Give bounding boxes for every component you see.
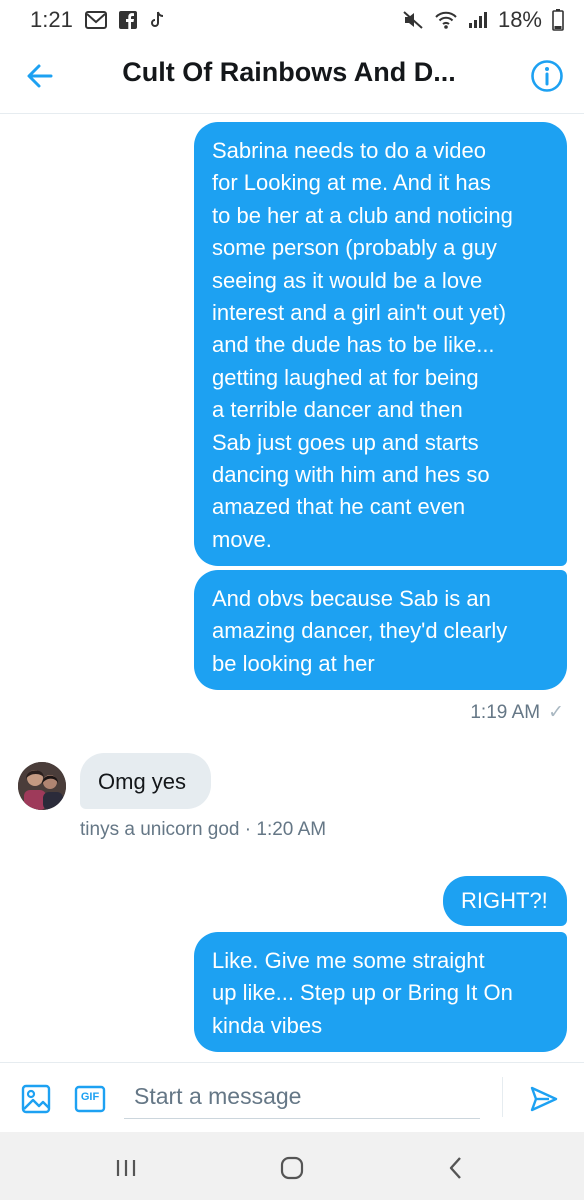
message-line: And obvs because Sab is an [212, 586, 491, 611]
mute-icon [402, 10, 424, 30]
signal-icon [468, 11, 488, 29]
message-bubble-outgoing[interactable]: Like. Give me some straight up like... S… [194, 932, 567, 1052]
facebook-icon [118, 11, 137, 29]
gif-button[interactable]: GIF [74, 1083, 106, 1115]
message-input[interactable] [124, 1075, 480, 1119]
message-line: amazing dancer, they'd clearly [212, 618, 508, 644]
message-line: for Looking at me. And it has [212, 170, 491, 196]
arrow-left-icon [27, 64, 53, 88]
recent-apps-button[interactable] [106, 1152, 146, 1184]
message-bubble-incoming[interactable]: Omg yes [80, 753, 211, 809]
message-line: and the dude has to be like... [212, 332, 495, 358]
system-nav-bar [0, 1132, 584, 1200]
info-button[interactable] [530, 59, 564, 93]
home-button[interactable] [272, 1152, 312, 1184]
avatar[interactable] [18, 762, 66, 810]
message-line: up like... Step up or Bring It On [212, 980, 513, 1006]
image-button[interactable] [20, 1083, 52, 1115]
home-icon [280, 1156, 304, 1180]
tiktok-icon [149, 11, 165, 29]
gif-label: GIF [80, 1091, 100, 1103]
timestamp-text: 1:19 AM [470, 701, 541, 723]
recent-apps-icon [116, 1160, 136, 1176]
back-nav-button[interactable] [436, 1152, 476, 1184]
message-timestamp: 1:19 AM ✓ [470, 701, 564, 724]
message-line: Sab just goes up and starts [212, 429, 479, 455]
status-time: 1:21 [30, 7, 73, 32]
wifi-icon [434, 10, 458, 30]
send-button[interactable] [528, 1083, 560, 1115]
message-line: RIGHT?! [461, 888, 548, 913]
message-line: to be her at a club and noticing [212, 202, 513, 228]
gmail-icon [84, 11, 107, 29]
conversation-header: Cult Of Rainbows And D... [0, 40, 584, 114]
message-bubble-outgoing[interactable]: Sabrina needs to do a video for Looking … [194, 122, 567, 566]
message-line: Omg yes [98, 769, 187, 794]
message-line: move. [212, 526, 272, 552]
message-line: some person (probably a guy [212, 235, 497, 261]
sent-check-icon: ✓ [548, 702, 564, 723]
message-line: getting laughed at for being [212, 364, 479, 390]
message-line: a terrible dancer and then [212, 397, 463, 423]
conversation-title: Cult Of Rainbows And D... [122, 57, 456, 87]
send-icon [530, 1086, 558, 1112]
message-bubble-outgoing[interactable]: And obvs because Sab is an amazing dance… [194, 570, 567, 690]
image-icon [21, 1084, 51, 1114]
message-line: dancing with him and hes so [212, 462, 490, 488]
battery-icon [552, 9, 564, 31]
message-line: Sabrina needs to do a video [212, 138, 486, 163]
status-right: 18% [402, 7, 564, 33]
back-nav-icon [449, 1157, 461, 1179]
message-list[interactable]: Sabrina needs to do a video for Looking … [0, 114, 584, 1062]
status-left: 1:21 [30, 7, 165, 33]
battery-percent: 18% [497, 7, 542, 32]
status-bar: 1:21 18% [0, 0, 584, 40]
sender-timestamp: tinys a unicorn god · 1:20 AM [80, 819, 327, 840]
message-line: Like. Give me some straight [212, 948, 485, 973]
info-icon [531, 60, 563, 92]
composer-divider [502, 1077, 503, 1117]
back-button[interactable] [22, 58, 58, 94]
message-line: interest and a girl ain't out yet) [212, 300, 507, 326]
message-line: be looking at her [212, 650, 375, 676]
message-composer: GIF [0, 1062, 584, 1132]
message-line: amazed that he cant even [212, 494, 466, 520]
message-line: kinda vibes [212, 1012, 323, 1038]
message-bubble-outgoing[interactable]: RIGHT?! [443, 876, 567, 926]
message-line: seeing as it would be a love [212, 267, 483, 293]
